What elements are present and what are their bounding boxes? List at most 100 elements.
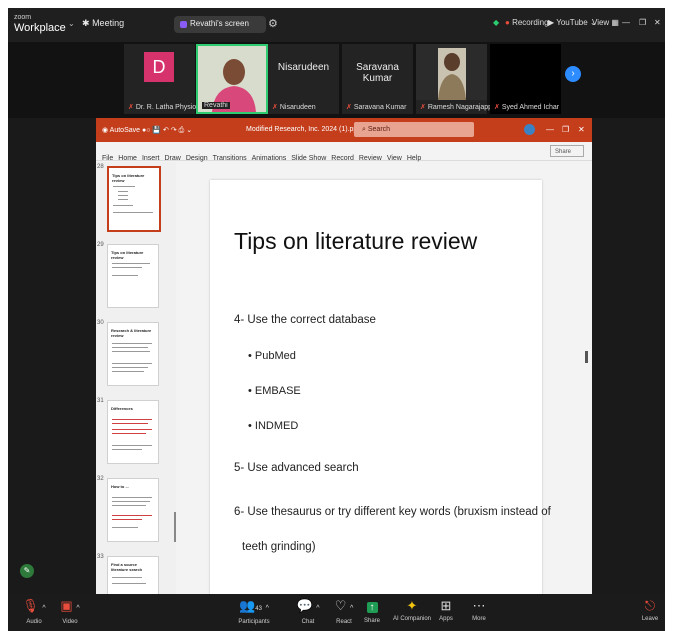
thumb-line <box>112 583 146 584</box>
annotate-pencil-icon[interactable]: ✎ <box>20 564 34 578</box>
thumb-line <box>112 527 138 528</box>
thumb-line <box>112 347 148 348</box>
restore-icon[interactable]: ❐ <box>639 18 646 27</box>
mic-muted-icon: ✗ <box>494 104 500 111</box>
video-button[interactable]: ▣ ^ Video <box>50 597 90 626</box>
shield-icon: ✱ <box>82 18 90 28</box>
record-icon: ● <box>505 18 510 27</box>
next-page-icon[interactable]: › <box>565 66 581 82</box>
thumb-number: 30 <box>97 320 104 326</box>
thumb-line <box>112 343 152 344</box>
ribbon-tab[interactable]: Review <box>359 155 382 162</box>
zoom-logo: zoom Workplace <box>14 13 66 34</box>
close-icon[interactable]: ✕ <box>578 125 585 134</box>
youtube-button[interactable]: ▶ YouTube ⌄ <box>548 18 597 27</box>
participant-tile[interactable]: Saravana Kumar ✗ Saravana Kumar <box>342 44 413 114</box>
ribbon-tab[interactable]: View <box>387 155 402 162</box>
thumb-line <box>113 205 133 206</box>
thumb-line <box>112 433 146 434</box>
restore-icon[interactable]: ❐ <box>562 125 569 134</box>
thumb-number: 32 <box>97 476 104 482</box>
quick-access-toolbar[interactable]: ◉ AutoSave ●○ 💾 ↶ ↷ ⎙ ⌄ <box>102 126 192 135</box>
slide-thumbnail[interactable]: Differences <box>107 400 159 464</box>
powerpoint-window: ◉ AutoSave ●○ 💾 ↶ ↷ ⎙ ⌄ Modified Researc… <box>96 118 592 594</box>
slide-thumbnail[interactable]: How to ... <box>107 478 159 542</box>
video-label: Video <box>62 619 78 625</box>
gear-icon[interactable]: ⚙ <box>268 17 278 30</box>
thumb-line <box>113 186 135 187</box>
account-avatar[interactable] <box>524 124 535 135</box>
leave-button[interactable]: ⎋ Leave <box>630 597 665 623</box>
search-box[interactable]: ⌕ Search <box>354 122 474 137</box>
zoom-window: zoom Workplace ⌄ ✱ Meeting Revathi's scr… <box>8 8 665 631</box>
share-button[interactable]: Share <box>550 145 584 157</box>
slide-canvas: Tips on literature review 4- Use the cor… <box>210 180 551 594</box>
thumb-title: Find a source literature search <box>111 562 143 572</box>
ribbon-tab[interactable]: File <box>102 155 113 162</box>
minimize-icon[interactable]: — <box>622 18 630 27</box>
thumb-line <box>112 267 142 268</box>
slide-line: 5- Use advanced search <box>234 462 359 474</box>
thumb-line <box>112 263 150 264</box>
leave-label: Leave <box>641 616 659 622</box>
thumb-line <box>112 577 142 578</box>
thumb-line <box>112 363 152 364</box>
mic-muted-icon: ✗ <box>420 104 426 111</box>
more-icon: ⋯ <box>472 598 486 613</box>
ribbon-tab[interactable]: Design <box>186 155 208 162</box>
participant-tile-active[interactable]: Revathi <box>196 44 268 114</box>
thumb-line <box>112 275 138 276</box>
slide-thumbnail[interactable]: Tips on literature review <box>107 244 159 308</box>
thumb-title: Tips on literature review <box>111 250 144 260</box>
participants-button[interactable]: 👥43 ^ Participants <box>234 597 274 626</box>
share-screen-button[interactable]: ↑ Share <box>352 597 392 625</box>
audio-button[interactable]: 🎙 ^ Audio <box>14 597 54 626</box>
minimize-icon[interactable]: — <box>546 125 554 134</box>
ribbon-tab[interactable]: Animations <box>252 155 287 162</box>
slide-thumbnail[interactable]: Tips on literature review <box>107 166 161 232</box>
recording-indicator[interactable]: ● Recording <box>505 18 549 27</box>
thumb-line <box>112 515 152 516</box>
ribbon-tab[interactable]: Home <box>118 155 137 162</box>
ribbon-tab[interactable]: Slide Show <box>291 155 326 162</box>
security-icon[interactable]: ◆ <box>493 18 499 27</box>
participant-name: Revathi <box>202 102 230 109</box>
title-bar: zoom Workplace ⌄ ✱ Meeting Revathi's scr… <box>8 8 665 42</box>
view-button[interactable]: View ▦ <box>592 18 619 27</box>
participants-icon: 👥43 ^ <box>239 598 269 613</box>
thumbnail-scrollbar[interactable] <box>174 512 176 542</box>
thumb-line <box>118 195 128 196</box>
search-label: Search <box>367 126 391 133</box>
slide-bullet: • PubMed <box>248 350 296 362</box>
audio-label: Audio <box>26 619 42 625</box>
youtube-label: YouTube <box>556 18 588 27</box>
ribbon-tab[interactable]: Record <box>331 155 354 162</box>
participant-tile[interactable]: ✗ Syed Ahmed Ichar <box>490 44 561 114</box>
slide-thumbnail[interactable]: Research & literature review <box>107 322 159 386</box>
chat-button[interactable]: 💬 ^ Chat <box>288 597 328 626</box>
participant-tile[interactable]: Nisarudeen ✗ Nisarudeen <box>268 44 339 114</box>
more-button[interactable]: ⋯ More <box>459 597 499 623</box>
vertical-scrollbar[interactable] <box>585 351 588 363</box>
participants-label: Participants <box>238 619 270 625</box>
participant-tile[interactable]: D ✗ Dr. R. Latha Physiolog <box>124 44 206 114</box>
ribbon-tab[interactable]: Transitions <box>213 155 247 162</box>
leave-icon: ⎋ <box>644 598 656 613</box>
close-icon[interactable]: ✕ <box>654 18 661 27</box>
meeting-label: Meeting <box>92 18 125 28</box>
meeting-menu[interactable]: ✱ Meeting <box>82 18 124 29</box>
ribbon-tab[interactable]: Draw <box>164 155 180 162</box>
ribbon-tab[interactable]: Insert <box>142 155 160 162</box>
thumb-line <box>112 419 152 420</box>
screen-share-pill[interactable]: Revathi's screen ⚙ <box>174 16 278 33</box>
participant-name: ✗ Syed Ahmed Ichar <box>494 104 560 111</box>
avatar: D <box>144 52 174 82</box>
slide-thumbnail[interactable]: Find a source literature search <box>107 556 159 594</box>
thumb-line <box>112 501 150 502</box>
participant-tile[interactable]: ✗ Ramesh Nagarajappa <box>416 44 496 114</box>
ribbon-tab[interactable]: Help <box>407 155 421 162</box>
thumb-number: 31 <box>97 398 104 404</box>
slide-line: 6- Use thesaurus or try different key wo… <box>234 506 551 518</box>
chevron-down-icon[interactable]: ⌄ <box>68 19 75 28</box>
thumb-line <box>112 497 152 498</box>
